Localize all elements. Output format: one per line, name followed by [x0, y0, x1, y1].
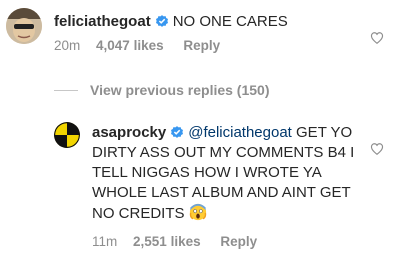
comment-time[interactable]: 20m [54, 38, 80, 53]
mention-link[interactable]: @feliciathegoat [188, 124, 292, 141]
view-previous-replies-button[interactable]: View previous replies (150) [54, 82, 374, 98]
verified-badge-icon [170, 125, 184, 139]
comment-username[interactable]: feliciathegoat [54, 13, 151, 30]
comment-likes[interactable]: 4,047 likes [96, 38, 164, 53]
comment-asaprocky: asaprocky @feliciathegoat GET YO DIRTY AS… [92, 123, 372, 249]
view-previous-replies-label: View previous replies (150) [90, 82, 270, 98]
avatar-feliciathegoat[interactable] [6, 8, 42, 44]
reply-button[interactable]: Reply [220, 234, 257, 249]
comment-feliciathegoat: feliciathegoat NO ONE CARES 20m 4,047 lik… [54, 12, 354, 53]
comment-username[interactable]: asaprocky [92, 124, 166, 141]
scream-emoji-icon [189, 203, 207, 221]
comment-time[interactable]: 11m [92, 234, 117, 249]
verified-badge-icon [155, 14, 169, 28]
comment-likes[interactable]: 2,551 likes [133, 234, 201, 249]
reply-button[interactable]: Reply [183, 38, 220, 53]
avatar-asaprocky[interactable] [54, 122, 80, 148]
comment-text: NO ONE CARES [172, 13, 288, 30]
comment-meta: 11m 2,551 likes Reply [92, 234, 372, 249]
heart-icon[interactable] [370, 31, 384, 45]
divider [54, 89, 78, 91]
heart-icon[interactable] [370, 142, 384, 156]
comment-meta: 20m 4,047 likes Reply [54, 38, 354, 53]
